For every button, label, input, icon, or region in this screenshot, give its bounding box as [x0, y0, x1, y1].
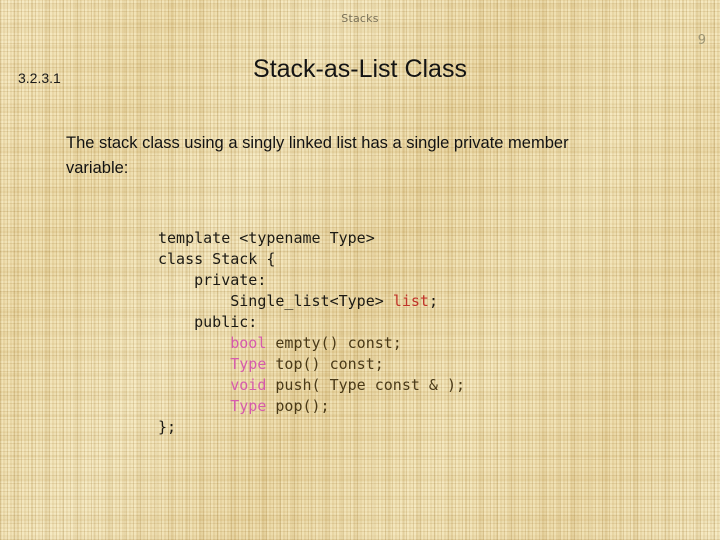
code-token: top() const; [266, 355, 384, 373]
line-private: private: [158, 270, 465, 291]
code-token: template <typename Type> [158, 229, 375, 247]
page-number: 9 [697, 33, 706, 48]
code-token: void [230, 376, 267, 394]
code-token: empty() const; [266, 334, 402, 352]
line-top: Type top() const; [158, 354, 465, 375]
body-paragraph: The stack class using a singly linked li… [66, 134, 569, 177]
code-token: Single_list<Type> [158, 292, 393, 310]
line-pop: Type pop(); [158, 396, 465, 417]
line-class-decl: class Stack { [158, 249, 465, 270]
code-token: ; [428, 292, 438, 310]
code-token: }; [158, 418, 177, 436]
code-listing: template <typename Type> class Stack { pr… [158, 228, 465, 438]
code-token: list [392, 292, 429, 310]
code-token: class Stack { [158, 250, 276, 268]
deck-header-title: Stacks [341, 12, 379, 25]
line-member-list: Single_list<Type> list; [158, 291, 465, 312]
line-push: void push( Type const & ); [158, 375, 465, 396]
line-empty: bool empty() const; [158, 333, 465, 354]
code-token: pop(); [266, 397, 330, 415]
code-token: public: [158, 313, 258, 331]
code-token: Type [230, 355, 267, 373]
slide-canvas: Stacks 9 3.2.3.1 Stack-as-List Class The… [0, 0, 720, 540]
code-token: push( Type const & ); [266, 376, 466, 394]
page-title: Stack-as-List Class [253, 55, 467, 83]
code-token: bool [230, 334, 267, 352]
line-template: template <typename Type> [158, 228, 465, 249]
code-token: private: [158, 271, 267, 289]
line-public: public: [158, 312, 465, 333]
code-token: Type [230, 397, 267, 415]
line-close: }; [158, 417, 465, 438]
